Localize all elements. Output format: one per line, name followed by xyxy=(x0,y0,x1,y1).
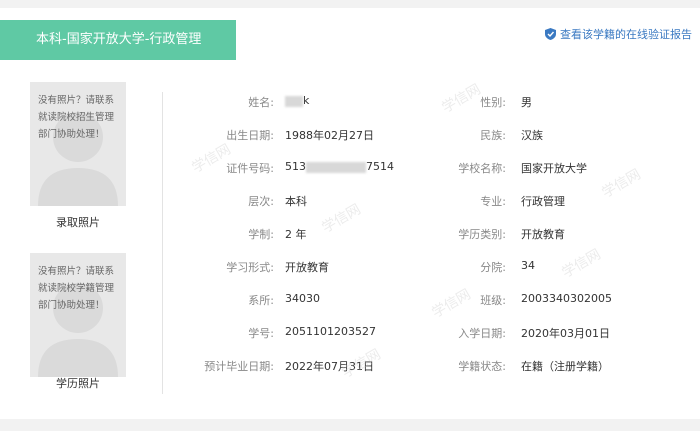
gender-label: 性别: xyxy=(480,96,506,109)
name-value: k xyxy=(285,94,309,107)
column-divider xyxy=(162,92,163,394)
redacted-text xyxy=(306,161,366,173)
enrollment-date-value: 2020年03月01日 xyxy=(521,327,610,340)
expected-graduation-label: 预计毕业日期: xyxy=(204,360,274,373)
verify-report-label: 查看该学籍的在线验证报告 xyxy=(560,28,692,41)
student-id-value: 2051101203527 xyxy=(285,325,376,338)
admission-photo-message: 没有照片？请联系就读院校招生管理部门协助处理！ xyxy=(38,95,115,140)
watermark: 学信网 xyxy=(599,166,644,202)
degree-category-value: 开放教育 xyxy=(521,228,565,241)
enrollment-date-label: 入学日期: xyxy=(458,327,506,340)
study-mode-label: 学习形式: xyxy=(226,261,274,274)
class-label: 班级: xyxy=(480,294,506,307)
branch-value: 34 xyxy=(521,259,535,272)
branch-label: 分院: xyxy=(480,261,506,274)
major-label: 专业: xyxy=(480,195,506,208)
graduation-photo: 没有照片？请联系就读院校学籍管理部门协助处理！ xyxy=(30,253,126,377)
ethnicity-label: 民族: xyxy=(480,129,506,142)
department-label: 系所: xyxy=(248,294,274,307)
watermark: 学信网 xyxy=(319,201,364,237)
class-value: 2003340302005 xyxy=(521,292,612,305)
graduation-photo-label: 学历照片 xyxy=(56,377,100,390)
school-name-value: 国家开放大学 xyxy=(521,162,587,175)
verify-report-link[interactable]: 查看该学籍的在线验证报告 xyxy=(545,26,692,42)
student-record-card: 本科-国家开放大学-行政管理 查看该学籍的在线验证报告 没有照片？请联系就读院校… xyxy=(0,8,700,419)
admission-photo-label: 录取照片 xyxy=(56,216,100,229)
shield-icon xyxy=(545,28,556,40)
id-number-value: 513 7514 xyxy=(285,160,394,173)
study-mode-value: 开放教育 xyxy=(285,261,329,274)
gender-value: 男 xyxy=(521,96,532,109)
enrollment-status-label: 学籍状态: xyxy=(458,360,506,373)
watermark: 学信网 xyxy=(559,246,604,282)
watermark: 学信网 xyxy=(429,286,474,322)
graduation-photo-message: 没有照片？请联系就读院校学籍管理部门协助处理！ xyxy=(38,266,115,311)
name-label: 姓名: xyxy=(248,96,274,109)
watermark: 学信网 xyxy=(439,81,484,117)
duration-label: 学制: xyxy=(248,228,274,241)
birth-date-value: 1988年02月27日 xyxy=(285,129,374,142)
student-id-label: 学号: xyxy=(248,327,274,340)
school-name-label: 学校名称: xyxy=(458,162,506,175)
degree-category-label: 学历类别: xyxy=(458,228,506,241)
birth-date-label: 出生日期: xyxy=(226,129,274,142)
level-label: 层次: xyxy=(248,195,274,208)
id-number-label: 证件号码: xyxy=(226,162,274,175)
level-value: 本科 xyxy=(285,195,307,208)
record-title: 本科-国家开放大学-行政管理 xyxy=(36,32,202,47)
redacted-text xyxy=(285,95,303,107)
ethnicity-value: 汉族 xyxy=(521,129,543,142)
record-title-tab[interactable]: 本科-国家开放大学-行政管理 xyxy=(0,20,236,60)
expected-graduation-value: 2022年07月31日 xyxy=(285,360,374,373)
admission-photo: 没有照片？请联系就读院校招生管理部门协助处理！ xyxy=(30,82,126,206)
enrollment-status-value: 在籍（注册学籍） xyxy=(521,360,609,373)
major-value: 行政管理 xyxy=(521,195,565,208)
duration-value: 2 年 xyxy=(285,228,307,241)
department-value: 34030 xyxy=(285,292,320,305)
